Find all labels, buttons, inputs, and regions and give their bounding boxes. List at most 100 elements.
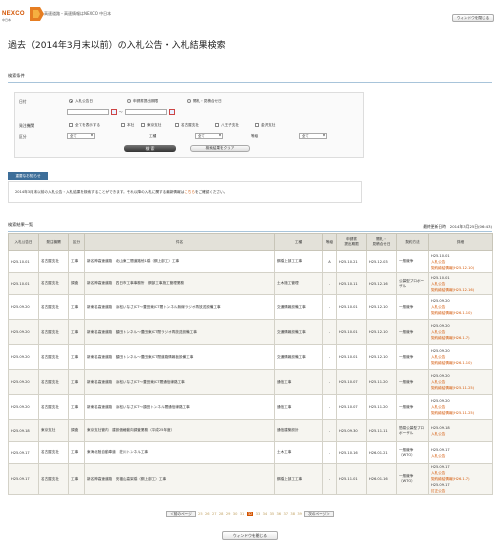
- table-row: H25.10.01 名古屋支社 工事 新名神高速道路 北山東二間道路他1橋（鋼上部工）…: [8, 250, 493, 273]
- cell-title[interactable]: 新名神高速道路 安福山高架橋（鋼上部工）工事: [84, 463, 275, 495]
- close-window-button[interactable]: ウィンドウを閉じる: [222, 531, 278, 540]
- cell-method: 一般競争: [396, 369, 429, 395]
- detail-link[interactable]: 契約締結情報(H25.12.10): [431, 265, 490, 271]
- cell-title[interactable]: 新東名高速道路 浜松いなさJCT～豊田東JCT間通信線路工事: [84, 369, 275, 395]
- cell-grade: -: [322, 419, 337, 442]
- work-select[interactable]: 全て: [195, 133, 223, 139]
- cell-title[interactable]: 新東名高速道路 浜松いなさJCT～額田トンネル間通信線路工事: [84, 394, 275, 420]
- detail-link[interactable]: 契約締結情報(H26.1.10): [431, 310, 490, 316]
- date-to-input[interactable]: [125, 109, 167, 115]
- category-check-5[interactable]: [255, 123, 259, 127]
- search-button[interactable]: 検 索: [124, 145, 176, 152]
- cell-submit: H25.10.01: [336, 344, 367, 370]
- detail-link[interactable]: 契約締結情報(H26.1.7): [431, 335, 490, 341]
- date-from-input[interactable]: [67, 109, 109, 115]
- page-link[interactable]: 29: [226, 512, 231, 516]
- date-radio-0[interactable]: [69, 99, 73, 103]
- cell-open: H25.12.16: [366, 272, 397, 295]
- logo-sub: 中日本: [2, 18, 12, 22]
- category-check-3[interactable]: [175, 123, 179, 127]
- detail-link[interactable]: 契約締結情報(H25.11.25): [431, 410, 490, 416]
- cell-grade: -: [322, 463, 337, 495]
- page-link[interactable]: 32: [246, 512, 254, 516]
- cell-method: 一般競争: [396, 294, 429, 320]
- page-numbers: 25 26 27 28 29 30 31 32 33 34 35 36 37 38 39: [197, 512, 303, 516]
- cell-org: 名古屋支社: [38, 441, 69, 464]
- cell-open: H26.01.21: [366, 441, 397, 464]
- close-window-button[interactable]: ウィンドウを閉じる: [452, 14, 494, 22]
- detail-link[interactable]: 契約締結情報(H26.1.10): [431, 360, 490, 366]
- cell-method: 一般競争（WTO）: [396, 463, 429, 495]
- category-check-4[interactable]: [215, 123, 219, 127]
- cell-kind: 工事: [68, 394, 85, 420]
- cell-work: 通信工事: [274, 369, 323, 395]
- cell-org: 名古屋支社: [38, 394, 69, 420]
- cell-grade: A: [322, 250, 337, 273]
- notice-link[interactable]: こちら: [184, 190, 195, 194]
- calendar-icon[interactable]: [111, 109, 117, 115]
- cell-date: H25.09.20: [8, 319, 39, 345]
- cell-grade: -: [322, 394, 337, 420]
- page-link[interactable]: 30: [233, 512, 238, 516]
- cell-title[interactable]: 新東名高速道路 浜松いなさJCT～豊田東JCT間トンネル無線ラジオ再放送設備工事: [84, 294, 275, 320]
- date-radio-1[interactable]: [127, 99, 131, 103]
- grade-label: 等級: [251, 134, 259, 138]
- cell-date: H25.09.17: [8, 441, 39, 464]
- grade-select[interactable]: 全て: [299, 133, 327, 139]
- category-check-1[interactable]: [121, 123, 125, 127]
- cell-kind: 工事: [68, 344, 85, 370]
- page-link[interactable]: 37: [283, 512, 288, 516]
- page-link[interactable]: 34: [263, 512, 268, 516]
- cell-title[interactable]: 新東名高速道路 額田トンネル～豊田東JCT間ラジオ再放送設備工事: [84, 319, 275, 345]
- cell-detail: H25.09.20 入札公告 契約締結情報(H26.1.7): [428, 319, 493, 345]
- cell-kind: 工事: [68, 294, 85, 320]
- page-link[interactable]: 36: [277, 512, 282, 516]
- prev-page-button[interactable]: ＜前のページ: [166, 511, 196, 517]
- nexco-logo[interactable]: NEXCO 中日本: [2, 5, 44, 23]
- cell-title[interactable]: 新東名高速道路 額田トンネル～豊田東JCT間道路情報板設備工事: [84, 344, 275, 370]
- cell-kind: 工事: [68, 250, 85, 273]
- category-option-5: 金沢支社: [261, 123, 276, 127]
- page-title: 過去（2014年3月末以前）の入札公告・入札結果検索: [8, 41, 226, 51]
- page-link[interactable]: 39: [297, 512, 302, 516]
- cell-open: H25.12.10: [366, 294, 397, 320]
- page-link[interactable]: 31: [240, 512, 245, 516]
- date-option-2: 開札・見積合せ日: [193, 99, 222, 103]
- page-link[interactable]: 27: [212, 512, 217, 516]
- detail-link[interactable]: 入札公告: [431, 431, 490, 437]
- column-header: 開札・ 見積合せ日: [366, 233, 397, 251]
- page-link[interactable]: 38: [290, 512, 295, 516]
- cell-title[interactable]: 東京支社管内 建設価格動向調査業務（平成25年度）: [84, 419, 275, 442]
- category-check-0[interactable]: [69, 123, 73, 127]
- page-link[interactable]: 25: [198, 512, 203, 516]
- date-radio-2[interactable]: [187, 99, 191, 103]
- cell-title[interactable]: 東海北陸自動車道 荘川トンネル工事: [84, 441, 275, 464]
- cell-grade: -: [322, 319, 337, 345]
- detail-link[interactable]: 契約締結情報(H25.11.25): [431, 385, 490, 391]
- cell-org: 名古屋支社: [38, 369, 69, 395]
- cell-title[interactable]: 新名神高速道路 四日市工事事務所 鋼部工事施工管理業務: [84, 272, 275, 295]
- detail-link[interactable]: 契約締結情報(H25.12.16): [431, 287, 490, 293]
- cell-title[interactable]: 新名神高速道路 北山東二間道路他1橋（鋼上部工）工事: [84, 250, 275, 273]
- cell-submit: H25.10.16: [336, 441, 367, 464]
- calendar-icon[interactable]: [169, 109, 175, 115]
- cell-open: H25.11.20: [366, 394, 397, 420]
- cell-kind: 工事: [68, 319, 85, 345]
- notice-box: 2014年3月末以前の入札公告・入札結果を検索することができます。それ以降の入札…: [8, 181, 362, 203]
- next-page-button[interactable]: 次のページ＞: [304, 511, 334, 517]
- detail-link[interactable]: 訂正公告: [431, 488, 490, 494]
- page-link[interactable]: 26: [205, 512, 210, 516]
- page-link[interactable]: 28: [219, 512, 224, 516]
- page-link[interactable]: 35: [270, 512, 275, 516]
- cell-open: H26.01.16: [366, 463, 397, 495]
- cell-submit: H25.10.07: [336, 369, 367, 395]
- clear-button[interactable]: 検索結果をクリア: [190, 145, 250, 152]
- type-select[interactable]: 全て: [67, 133, 95, 139]
- work-label: 工種: [149, 134, 157, 138]
- category-check-2[interactable]: [141, 123, 145, 127]
- cell-date: H25.10.01: [8, 250, 39, 273]
- detail-link[interactable]: 入札公告: [431, 453, 490, 459]
- page-link[interactable]: 33: [256, 512, 261, 516]
- list-section-title: 検索結果一覧: [8, 222, 34, 227]
- cell-kind: 調査: [68, 419, 85, 442]
